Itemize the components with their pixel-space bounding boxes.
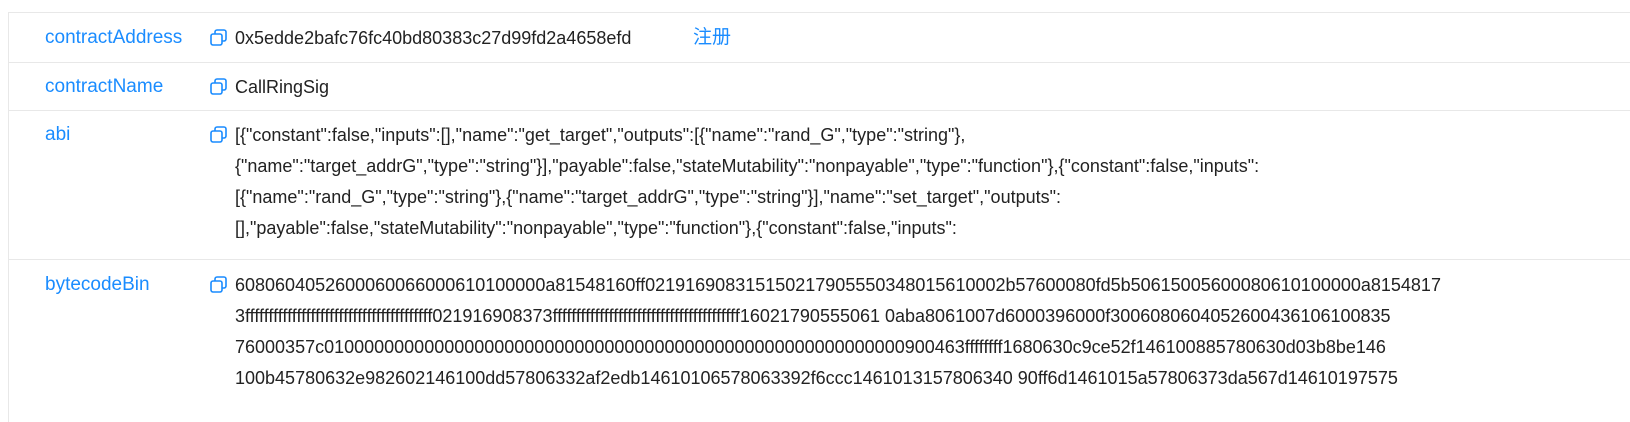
abi-line: [{"constant":false,"inputs":[],"name":"g… [235,125,966,145]
bytecode-bin-value: 6080604052600060066000610100000a81548160… [235,270,1441,394]
row-contract-name: contractName CallRingSig [9,63,1630,111]
bytecode-line: 6080604052600060066000610100000a81548160… [235,275,1441,295]
bytecode-line: 100b45780632e982602146100dd57806332af2ed… [235,368,1398,388]
contract-name-value: CallRingSig [235,77,330,97]
contract-details-table: contractAddress 0x5edde2bafc76fc40bd8038… [8,12,1630,422]
abi-key: abi [45,124,71,145]
abi-line: [],"payable":false,"stateMutability":"no… [235,218,957,238]
abi-line: [{"name":"rand_G","type":"string"},{"nam… [235,187,1061,207]
row-bytecode-bin: bytecodeBin 6080604052600060066000610100… [9,260,1630,420]
copy-icon[interactable] [209,125,229,145]
row-abi: abi [{"constant":false,"inputs":[],"name… [9,111,1630,260]
copy-icon[interactable] [209,28,229,48]
bytecode-line: 76000357c0100000000000000000000000000000… [235,337,1386,357]
contract-address-key: contractAddress [45,27,183,48]
register-link[interactable]: 注册 [693,26,731,50]
abi-value: [{"constant":false,"inputs":[],"name":"g… [235,120,1259,244]
copy-icon[interactable] [209,77,229,97]
copy-icon[interactable] [209,275,229,295]
contract-name-key: contractName [45,76,164,97]
row-contract-address: contractAddress 0x5edde2bafc76fc40bd8038… [9,13,1630,63]
bytecode-line: 3fffffffffffffffffffffffffffffffffffffff… [235,306,1391,326]
bytecode-bin-key: bytecodeBin [45,274,150,295]
abi-line: {"name":"target_addrG","type":"string"}]… [235,156,1260,176]
contract-address-value: 0x5edde2bafc76fc40bd80383c27d99fd2a4658e… [235,28,632,48]
